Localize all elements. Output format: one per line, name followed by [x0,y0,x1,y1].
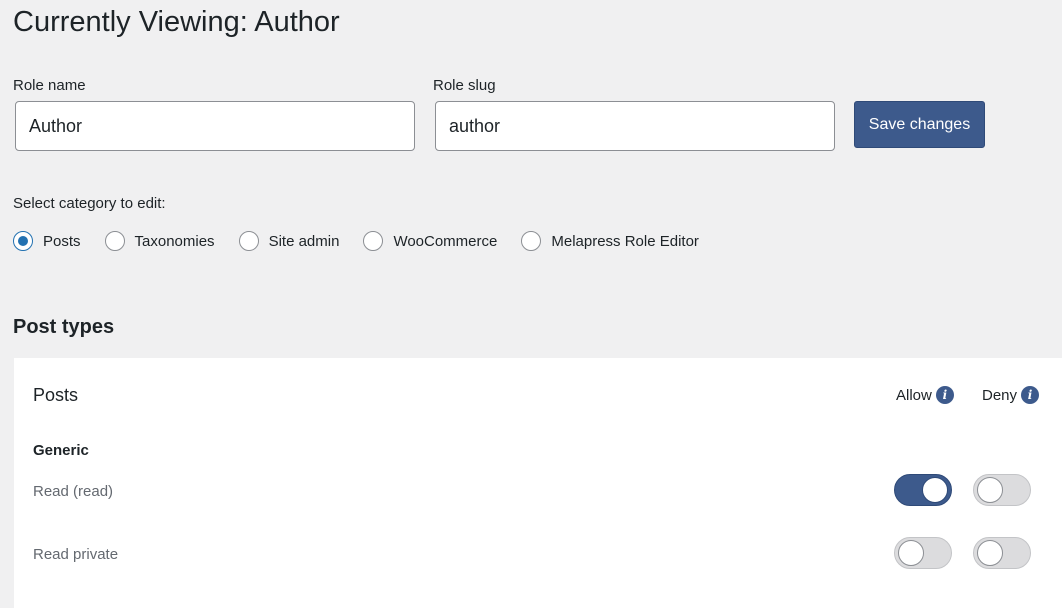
page-title: Currently Viewing: Author [13,6,340,38]
info-icon[interactable]: i [935,386,954,404]
category-radio-posts[interactable]: Posts [13,231,81,251]
radio-button[interactable] [238,231,259,251]
allow-label: Allow [896,386,932,404]
category-radio-woocommerce[interactable]: WooCommerce [363,231,497,251]
category-select-label: Select category to edit: [13,195,166,212]
radio-label: Site admin [268,232,340,250]
deny-toggle-read-private[interactable] [973,537,1031,569]
capability-label: Read private [33,546,119,563]
role-slug-input[interactable] [435,101,835,151]
allow-toggle-read-private[interactable] [894,537,952,569]
posts-capabilities-panel: Posts Allow i Deny i Generic Read (read)… [14,358,1062,608]
role-slug-field: Role slug [433,77,835,151]
category-radio-taxonomies[interactable]: Taxonomies [104,231,215,251]
deny-toggle-read[interactable] [973,474,1031,506]
role-slug-label: Role slug [433,77,496,94]
group-title: Generic [33,442,89,459]
radio-label: Taxonomies [134,232,215,250]
radio-button[interactable] [363,231,384,251]
category-radio-group: Posts Taxonomies Site admin WooCommerce … [13,231,723,251]
toggle-knob [977,477,1003,503]
radio-label: Melapress Role Editor [551,232,699,250]
role-name-input[interactable] [15,101,415,151]
category-radio-melapress-role-editor[interactable]: Melapress Role Editor [521,231,699,251]
role-name-label: Role name [13,77,86,94]
panel-title: Posts [33,385,79,405]
category-radio-site-admin[interactable]: Site admin [238,231,340,251]
deny-column-header: Deny i [982,386,1040,404]
allow-toggle-read[interactable] [894,474,952,506]
allow-column-header: Allow i [896,386,954,404]
toggle-knob [922,477,948,503]
toggle-knob [977,540,1003,566]
radio-label: WooCommerce [393,232,498,250]
radio-button[interactable] [13,231,33,251]
deny-label: Deny [982,386,1018,404]
info-icon[interactable]: i [1021,386,1040,404]
save-changes-button[interactable]: Save changes [854,101,985,148]
section-title: Post types [13,316,115,338]
capability-label: Read (read) [33,483,114,500]
toggle-knob [898,540,924,566]
role-name-field: Role name [13,77,415,151]
radio-button[interactable] [521,231,542,251]
radio-label: Posts [43,232,81,250]
radio-button[interactable] [104,231,125,251]
